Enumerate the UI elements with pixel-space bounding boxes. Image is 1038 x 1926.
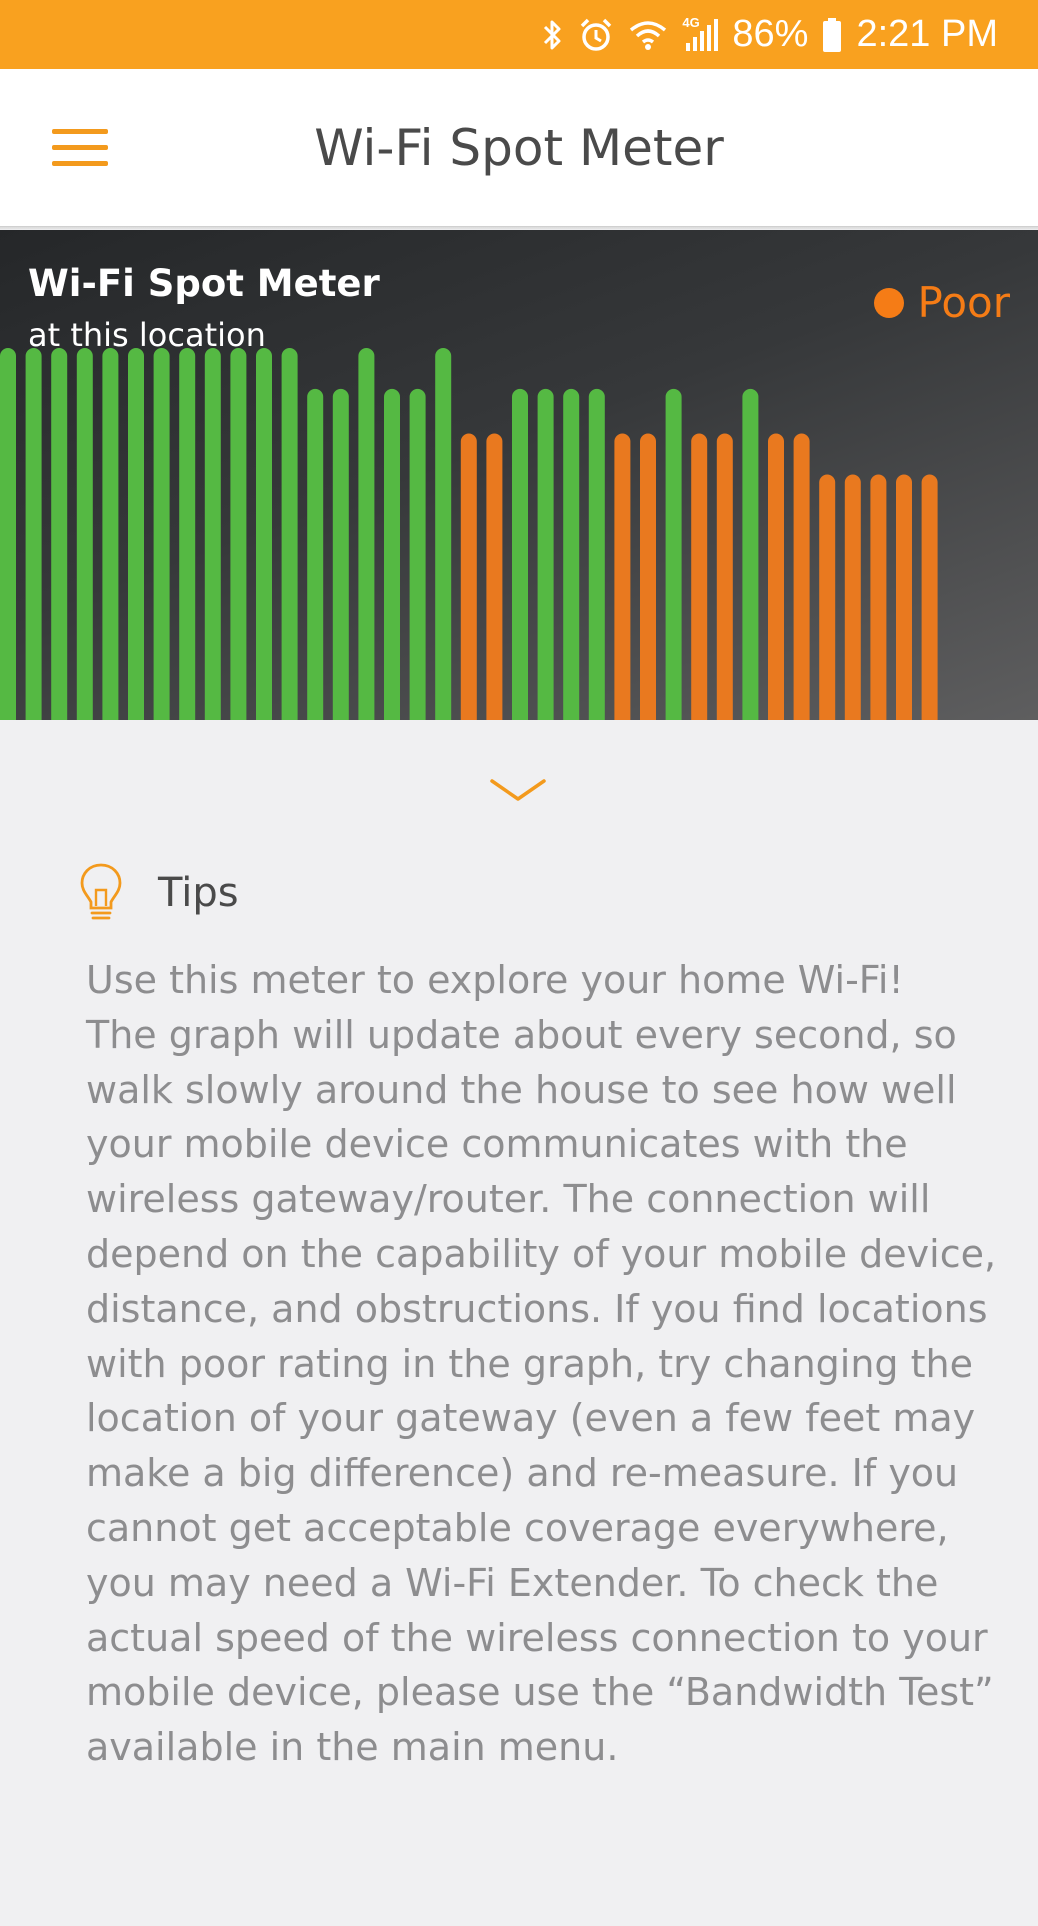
clock: 2:21 PM (856, 13, 998, 55)
signal-bar (742, 388, 759, 720)
signal-bar (819, 474, 836, 720)
lightbulb-icon (78, 862, 124, 922)
signal-bar (691, 433, 708, 720)
signal-bar (435, 348, 452, 720)
signal-bar (844, 474, 861, 720)
signal-bar (793, 433, 810, 720)
signal-bar (537, 388, 554, 720)
meter-subtitle: at this location (28, 316, 266, 354)
page-title: Wi-Fi Spot Meter (314, 119, 724, 177)
wifi-icon (628, 18, 668, 52)
signal-bar (384, 388, 400, 720)
signal-bar (128, 348, 144, 720)
signal-bar (204, 348, 221, 720)
signal-bar (0, 348, 16, 720)
tips-body: Use this meter to explore your home Wi-F… (86, 958, 997, 1770)
signal-bar (460, 433, 477, 720)
signal-bar (870, 474, 887, 720)
signal-bar (358, 348, 375, 720)
meter-title: Wi-Fi Spot Meter (28, 262, 380, 305)
status-icons: 4G 86% 2:21 PM (542, 0, 998, 69)
signal-icon: 4G (682, 14, 719, 53)
signal-bar (332, 388, 349, 720)
signal-bar (25, 348, 42, 720)
signal-bar (102, 348, 119, 720)
signal-bar (588, 388, 605, 720)
signal-bar (153, 348, 170, 720)
signal-bar (409, 388, 426, 720)
signal-bar (921, 474, 938, 720)
signal-bar (614, 433, 631, 720)
signal-bar (51, 348, 68, 720)
signal-bar (665, 388, 682, 720)
battery-percent: 86% (732, 13, 809, 55)
signal-bar (640, 433, 656, 720)
signal-bar (179, 348, 196, 720)
signal-bar (307, 388, 324, 720)
bluetooth-icon (542, 17, 564, 53)
tips-heading: Tips (158, 870, 239, 916)
signal-bar (896, 474, 912, 720)
signal-bar (716, 433, 733, 720)
signal-bar (768, 433, 784, 720)
signal-bar (486, 433, 503, 720)
signal-bar (563, 388, 580, 720)
signal-bar (230, 348, 247, 720)
chevron-down-icon[interactable] (488, 775, 548, 805)
signal-bar (512, 388, 528, 720)
signal-bar (76, 348, 93, 720)
app-bar: Wi-Fi Spot Meter (0, 69, 1038, 228)
status-bar: 4G 86% 2:21 PM (0, 0, 1038, 69)
meter-panel: Wi-Fi Spot Meter at this location Poor (0, 230, 1038, 720)
rating-label: Poor (917, 278, 1011, 327)
signal-bar (256, 348, 272, 720)
signal-bar (281, 348, 298, 720)
battery-icon (822, 17, 842, 52)
alarm-icon (578, 17, 614, 53)
rating-dot (873, 287, 904, 318)
network-type-label: 4G (682, 14, 700, 30)
rating-indicator: Poor (873, 278, 1011, 327)
